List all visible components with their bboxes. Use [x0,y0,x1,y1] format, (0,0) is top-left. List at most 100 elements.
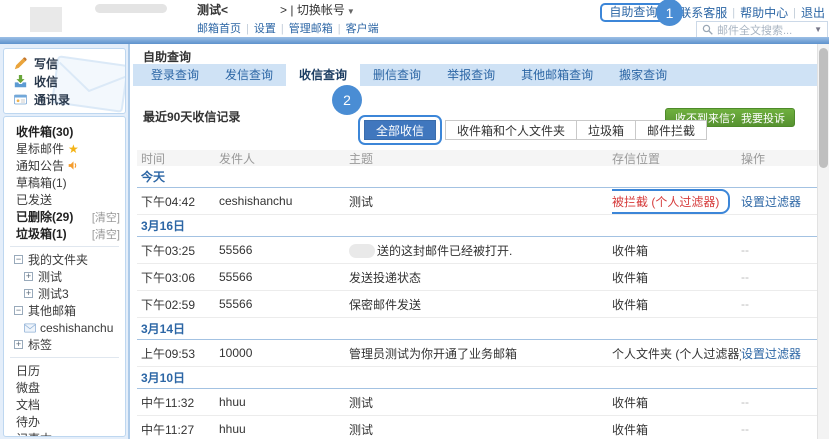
tab-发信查询[interactable]: 发信查询 [212,64,286,86]
table-row[interactable]: 中午11:32hhuu测试收件箱-- [137,389,818,416]
expand-icon[interactable]: + [14,340,23,349]
top-right-link-4[interactable]: 退出 [801,4,825,21]
cell-sender: 55566 [219,270,349,284]
filter-邮件拦截[interactable]: 邮件拦截 [635,120,707,140]
sidebar-tree-item[interactable]: −其他邮箱 [4,302,125,319]
subject-text: 保密邮件发送 [349,298,421,312]
tab-搬家查询[interactable]: 搬家查询 [606,64,680,86]
search-icon [702,24,713,35]
table-row[interactable]: 下午03:0655566发送投递状态收件箱-- [137,264,818,291]
sidebar-folder[interactable]: 星标邮件★ [4,140,125,157]
vertical-scrollbar[interactable] [817,44,829,439]
filter-垃圾箱[interactable]: 垃圾箱 [576,120,636,140]
sidebar-tree-item[interactable]: −我的文件夹 [4,251,125,268]
shortcut-label: 待办 [16,413,40,430]
date-group-header: 3月14日 [137,318,818,340]
sidebar-shortcut-微盘[interactable]: 微盘 [4,379,125,396]
annotation-step-2-badge: 2 [332,85,362,115]
filter-收件箱和个人文件夹[interactable]: 收件箱和个人文件夹 [445,120,577,140]
subject-text: 测试 [349,396,373,410]
sidebar-shortcut-文档[interactable]: 文档 [4,396,125,413]
tab-删信查询[interactable]: 删信查询 [360,64,434,86]
cell-time: 下午04:42 [141,193,219,210]
set-filter-link[interactable]: 设置过滤器 [741,347,801,361]
top-right-link-3[interactable]: 帮助中心 [740,4,788,21]
sidebar-folder[interactable]: 已发送 [4,191,125,208]
star-icon: ★ [68,142,79,156]
sidebar-folder[interactable]: 已删除(29)[清空] [4,208,125,225]
collapse-icon[interactable]: − [14,306,23,315]
sidebar-divider [10,246,119,247]
header-nav-link-3[interactable]: 管理邮箱 [289,23,333,35]
folder-label: 草稿箱(1) [16,174,67,191]
expand-icon[interactable]: + [24,289,33,298]
sidebar-tree-item[interactable]: +测试 [4,268,125,285]
sidebar-action-收信[interactable]: 收信 [4,72,125,90]
sidebar-folder[interactable]: 收件箱(30) [4,123,125,140]
cell-sender: 55566 [219,297,349,311]
main-content: 自助查询 登录查询发信查询收信查询删信查询举报查询其他邮箱查询搬家查询 2 最近… [133,44,818,439]
annotation-highlight-box: 全部收信 [358,115,442,145]
sidebar-tree-item[interactable]: ceshishanchu [4,319,125,336]
set-filter-link[interactable]: 设置过滤器 [741,195,801,209]
brand-logo-placeholder [30,7,62,32]
column-header: 存信位置 [612,150,741,167]
cell-subject: 测试 [349,394,612,411]
cell-location: 收件箱 [612,394,741,411]
cell-location: 被拦截 (个人过滤器) [612,189,741,214]
tree-label: 其他邮箱 [28,302,76,319]
sidebar-shortcut-待办[interactable]: 待办 [4,413,125,430]
collapse-icon[interactable]: − [14,255,23,264]
expand-icon[interactable]: + [24,272,33,281]
header-nav-links: 邮箱首页|设置|管理邮箱|客户端 [197,22,379,36]
cell-time: 中午11:32 [141,394,219,411]
cell-location: 收件箱 [612,296,741,313]
account-info: 测试<> | 切换帐号▼ 邮箱首页|设置|管理邮箱|客户端 [197,3,379,36]
table-row[interactable]: 中午11:27hhuu测试收件箱-- [137,416,818,439]
mail-search-input[interactable]: 邮件全文搜索... ▼ [696,21,828,38]
header-nav-link-2[interactable]: 设置 [254,23,276,35]
brand-text-placeholder [95,4,167,13]
tab-登录查询[interactable]: 登录查询 [138,64,212,86]
folder-label: 已发送 [16,191,52,208]
sidebar-tree-item[interactable]: +测试3 [4,285,125,302]
receive-icon [14,75,27,88]
table-row[interactable]: 下午02:5955566保密邮件发送收件箱-- [137,291,818,318]
sidebar-folder[interactable]: 垃圾箱(1)[清空] [4,225,125,242]
sidebar-actions-panel: 写信收信通讯录 [3,48,126,114]
tab-举报查询[interactable]: 举报查询 [434,64,508,86]
table-row[interactable]: 下午04:42ceshishanchu测试被拦截 (个人过滤器)设置过滤器 [137,188,818,215]
sidebar-divider [10,357,119,358]
cell-time: 下午03:25 [141,242,219,259]
shortcut-label: 微盘 [16,379,40,396]
sidebar-shortcut-记事本[interactable]: 记事本 [4,430,125,437]
link-separator: | [338,23,341,35]
sidebar-shortcut-日历[interactable]: 日历 [4,362,125,379]
sidebar-action-写信[interactable]: 写信 [4,54,125,72]
sidebar-action-通讯录[interactable]: 通讯录 [4,90,125,108]
sidebar-folder[interactable]: 草稿箱(1) [4,174,125,191]
table-row[interactable]: 上午09:5310000管理员测试为你开通了业务邮箱个人文件夹 (个人过滤器)设… [137,340,818,367]
cell-time: 下午02:59 [141,296,219,313]
switch-account-link[interactable]: 切换帐号 [297,3,345,17]
annotation-step-1-badge: 1 [656,0,683,26]
chevron-down-icon: ▼ [347,7,355,16]
tab-收信查询[interactable]: 收信查询 [286,64,360,86]
table-row[interactable]: 下午03:2555566送的这封邮件已经被打开.收件箱-- [137,237,818,264]
tab-其他邮箱查询[interactable]: 其他邮箱查询 [508,64,606,86]
scrollbar-thumb[interactable] [819,48,828,168]
sidebar-tree-item[interactable]: +标签 [4,336,125,353]
sidebar-folder[interactable]: 通知公告 [4,157,125,174]
section-title: 最近90天收信记录 [143,108,240,125]
top-right-link-2[interactable]: 联系客服 [679,4,727,21]
header-nav-link-1[interactable]: 邮箱首页 [197,23,241,35]
search-options-dropdown-icon[interactable]: ▼ [814,25,822,34]
cell-time: 上午09:53 [141,345,219,362]
empty-folder-link[interactable]: [清空] [92,209,125,225]
folder-tree: −我的文件夹+测试+测试3−其他邮箱ceshishanchu+标签 [4,251,125,353]
date-group-header: 今天 [137,166,818,188]
filter-全部收信[interactable]: 全部收信 [364,120,436,140]
cell-location: 个人文件夹 (个人过滤器) [612,345,741,362]
empty-folder-link[interactable]: [清空] [92,226,125,242]
header-nav-link-4[interactable]: 客户端 [346,23,379,35]
